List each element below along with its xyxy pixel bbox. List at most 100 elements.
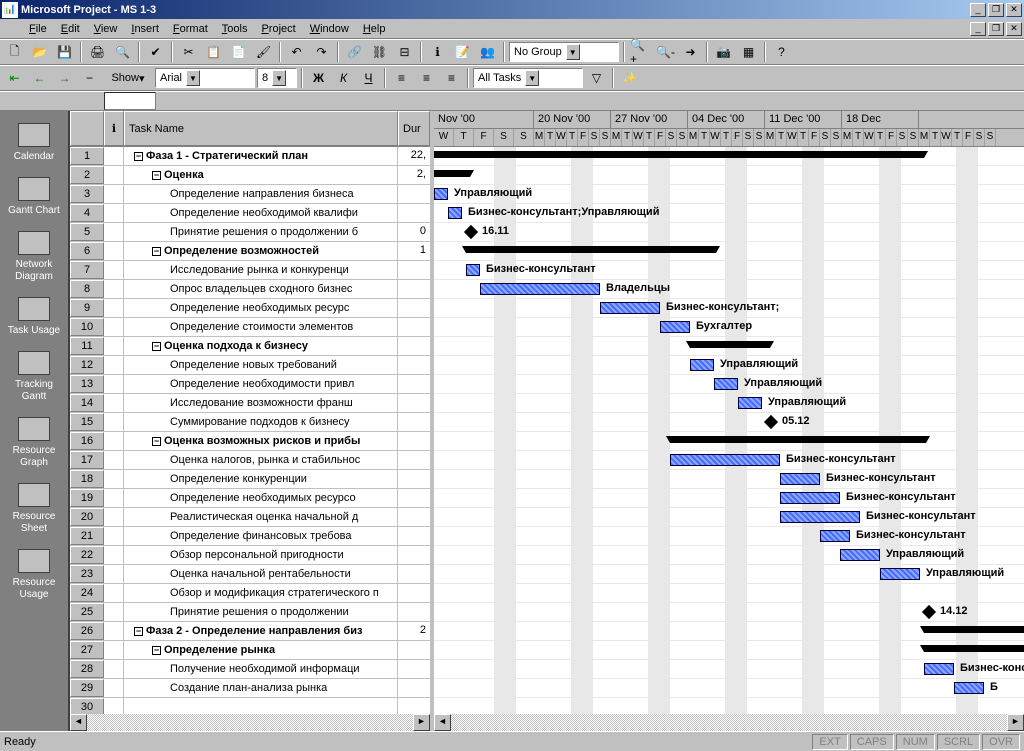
duration-cell[interactable]: 22, — [398, 147, 430, 165]
task-row[interactable]: 2−Оценка2, — [70, 166, 430, 185]
outline-toggle[interactable]: − — [134, 627, 143, 636]
underline-button[interactable]: Ч — [357, 67, 380, 89]
outline-toggle[interactable]: − — [152, 646, 161, 655]
font-combo[interactable]: Arial▼ — [155, 68, 255, 88]
task-name-cell[interactable]: Оценка налогов, рынка и стабильнос — [124, 451, 398, 469]
row-number[interactable]: 5 — [70, 223, 104, 241]
row-number[interactable]: 1 — [70, 147, 104, 165]
indicator-header[interactable]: ℹ — [104, 111, 124, 146]
row-number[interactable]: 16 — [70, 432, 104, 450]
row-number[interactable]: 30 — [70, 698, 104, 714]
task-row[interactable]: 18Определение конкуренции — [70, 470, 430, 489]
task-name-cell[interactable]: Оценка начальной рентабельности — [124, 565, 398, 583]
task-row[interactable]: 24Обзор и модификация стратегического п — [70, 584, 430, 603]
redo-button[interactable]: ↷ — [310, 41, 333, 63]
note-button[interactable]: 📝 — [451, 41, 474, 63]
filter-combo[interactable]: All Tasks▼ — [473, 68, 583, 88]
duration-cell[interactable] — [398, 299, 430, 317]
office-button[interactable]: ▦ — [737, 41, 760, 63]
task-bar[interactable] — [780, 492, 840, 504]
task-name-cell[interactable] — [124, 698, 398, 714]
outline-toggle[interactable]: − — [152, 437, 161, 446]
duration-cell[interactable] — [398, 204, 430, 222]
row-number[interactable]: 21 — [70, 527, 104, 545]
row-number[interactable]: 3 — [70, 185, 104, 203]
task-row[interactable]: 16 −Оценка возможных рисков и прибы — [70, 432, 430, 451]
undo-button[interactable]: ↶ — [285, 41, 308, 63]
duration-cell[interactable] — [398, 375, 430, 393]
task-row[interactable]: 14Исследование возможности франш — [70, 394, 430, 413]
task-bar[interactable] — [448, 207, 462, 219]
view-network-diagram[interactable]: Network Diagram — [4, 227, 64, 287]
nav-first-button[interactable]: ⇤ — [3, 67, 26, 89]
close-button[interactable]: ✕ — [1006, 3, 1022, 17]
duration-cell[interactable]: 1 — [398, 242, 430, 260]
task-name-cell[interactable]: Получение необходимой информаци — [124, 660, 398, 678]
task-bar[interactable] — [466, 264, 480, 276]
row-number[interactable]: 29 — [70, 679, 104, 697]
nav-next-button[interactable]: → — [53, 67, 76, 89]
summary-bar[interactable] — [924, 626, 1024, 633]
mdi-minimize-button[interactable]: _ — [970, 22, 986, 36]
milestone[interactable] — [464, 225, 478, 239]
duration-cell[interactable] — [398, 565, 430, 583]
maximize-button[interactable]: ❐ — [988, 3, 1004, 17]
task-bar[interactable] — [670, 454, 780, 466]
align-left-button[interactable]: ≡ — [390, 67, 413, 89]
task-row[interactable]: 12Определение новых требований — [70, 356, 430, 375]
task-row[interactable]: 28Получение необходимой информаци — [70, 660, 430, 679]
task-row[interactable]: 3Определение направления бизнеса — [70, 185, 430, 204]
task-row[interactable]: 29Создание план-анализа рынка — [70, 679, 430, 698]
task-name-cell[interactable]: Обзор персональной пригодности — [124, 546, 398, 564]
summary-bar[interactable] — [434, 170, 470, 177]
task-bar[interactable] — [954, 682, 984, 694]
cut-button[interactable]: ✂ — [177, 41, 200, 63]
task-name-cell[interactable]: Исследование возможности франш — [124, 394, 398, 412]
task-bar[interactable] — [924, 663, 954, 675]
task-bar[interactable] — [480, 283, 600, 295]
row-number[interactable]: 20 — [70, 508, 104, 526]
task-bar[interactable] — [820, 530, 850, 542]
row-number[interactable]: 23 — [70, 565, 104, 583]
duration-cell[interactable] — [398, 584, 430, 602]
summary-bar[interactable] — [670, 436, 926, 443]
row-number[interactable]: 17 — [70, 451, 104, 469]
duration-cell[interactable] — [398, 280, 430, 298]
copy-button[interactable]: 📋 — [202, 41, 225, 63]
task-name-cell[interactable]: −Оценка возможных рисков и прибы — [124, 432, 398, 450]
row-number[interactable]: 8 — [70, 280, 104, 298]
task-name-cell[interactable]: −Фаза 1 - Стратегический план — [124, 147, 398, 165]
duration-cell[interactable] — [398, 394, 430, 412]
duration-cell[interactable] — [398, 698, 430, 714]
row-number[interactable]: 6 — [70, 242, 104, 260]
timescale[interactable]: Nov '0020 Nov '0027 Nov '0004 Dec '0011 … — [434, 111, 1024, 147]
print-button[interactable]: 🖨 — [86, 41, 109, 63]
spell-button[interactable]: ✔ — [144, 41, 167, 63]
format-painter-button[interactable]: 🖌 — [252, 41, 275, 63]
view-gantt-chart[interactable]: Gantt Chart — [4, 173, 64, 221]
row-number[interactable]: 10 — [70, 318, 104, 336]
task-bar[interactable] — [660, 321, 690, 333]
task-name-cell[interactable]: Принятие решения о продолжении — [124, 603, 398, 621]
task-row[interactable]: 23 Оценка начальной рентабельности — [70, 565, 430, 584]
info-button[interactable]: ℹ — [426, 41, 449, 63]
align-right-button[interactable]: ≡ — [440, 67, 463, 89]
duration-cell[interactable] — [398, 185, 430, 203]
row-number[interactable]: 27 — [70, 641, 104, 659]
task-row[interactable]: 15Суммирование подходов к бизнесу — [70, 413, 430, 432]
task-row[interactable]: 10Определение стоимости элементов — [70, 318, 430, 337]
task-bar[interactable] — [880, 568, 920, 580]
duration-cell[interactable] — [398, 337, 430, 355]
align-center-button[interactable]: ≡ — [415, 67, 438, 89]
task-row[interactable]: 1 −Фаза 1 - Стратегический план22, — [70, 147, 430, 166]
task-name-cell[interactable]: Определение конкуренции — [124, 470, 398, 488]
row-number[interactable]: 22 — [70, 546, 104, 564]
task-row[interactable]: 17 Оценка налогов, рынка и стабильнос — [70, 451, 430, 470]
zoomin-button[interactable]: 🔍+ — [629, 41, 652, 63]
italic-button[interactable]: К — [332, 67, 355, 89]
view-tracking-gantt[interactable]: Tracking Gantt — [4, 347, 64, 407]
task-bar[interactable] — [600, 302, 660, 314]
duration-cell[interactable] — [398, 508, 430, 526]
task-bar[interactable] — [840, 549, 880, 561]
row-number[interactable]: 19 — [70, 489, 104, 507]
